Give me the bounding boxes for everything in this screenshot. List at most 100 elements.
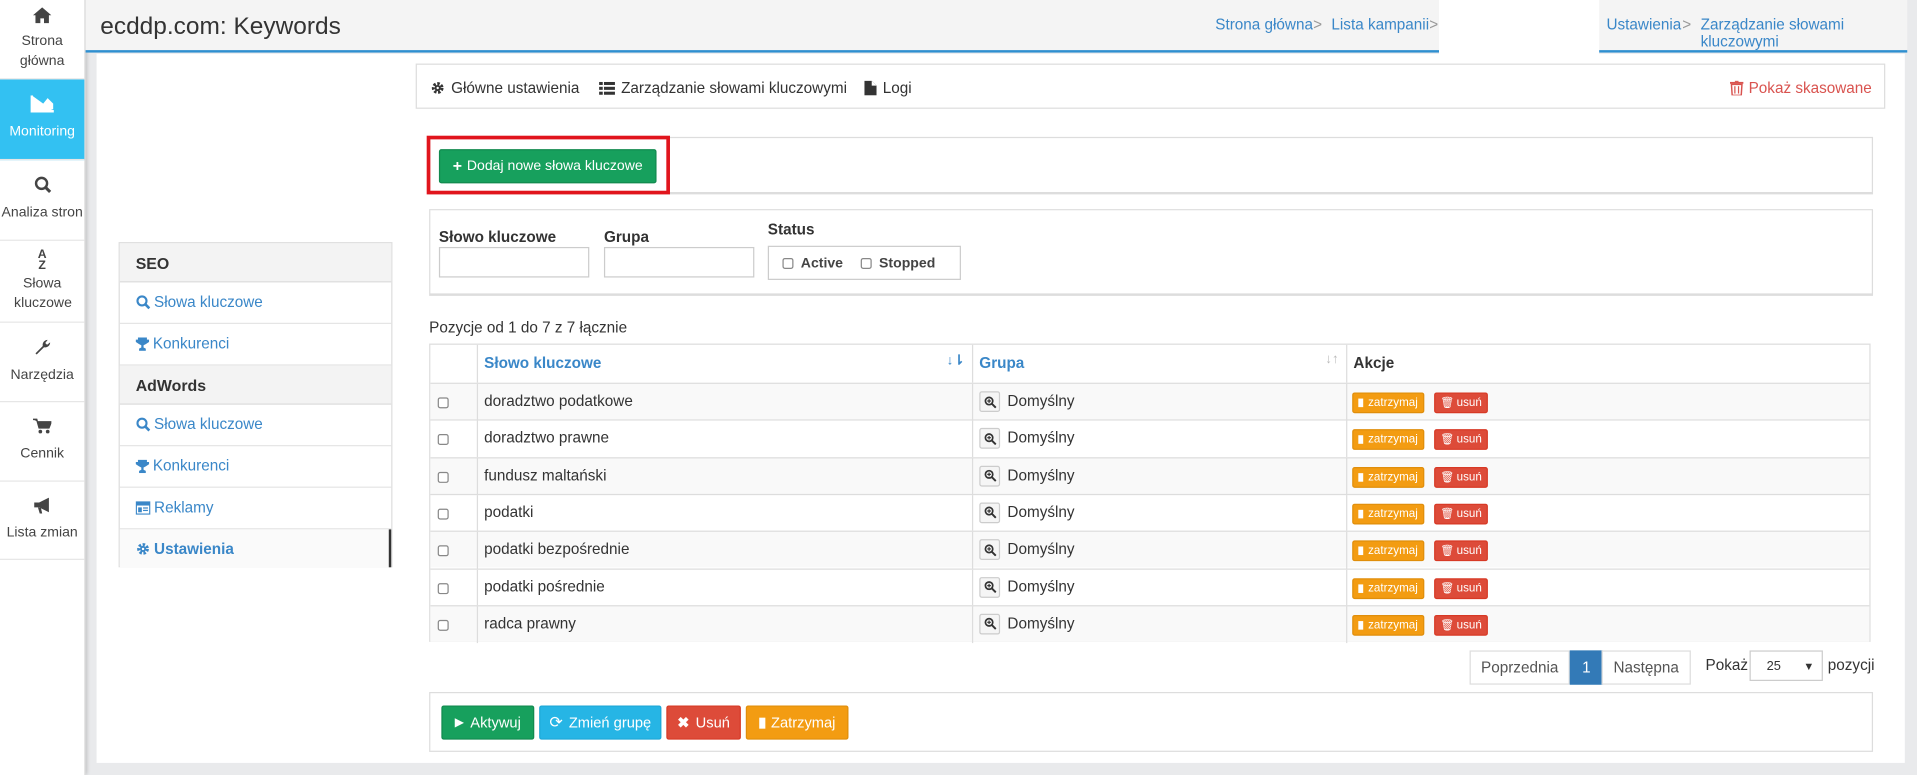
zoom-in-icon[interactable] xyxy=(979,428,1001,450)
ad-icon xyxy=(135,501,151,515)
tab-logs[interactable]: Logi xyxy=(864,79,912,97)
zoom-in-icon[interactable] xyxy=(979,391,1001,413)
keyword-filter-input[interactable] xyxy=(438,246,590,278)
delete-button[interactable]: 🗑 usuń xyxy=(1434,392,1488,414)
nav-adwords-ads[interactable]: Reklamy xyxy=(119,488,392,530)
play-icon: ▶ xyxy=(454,715,465,730)
breadcrumb-separator: > xyxy=(1429,15,1439,34)
stop-label: zatrzymaj xyxy=(1368,507,1418,521)
select-cell xyxy=(430,606,479,643)
delete-button[interactable]: 🗑 usuń xyxy=(1434,540,1488,562)
delete-button[interactable]: 🗑 usuń xyxy=(1434,614,1488,636)
delete-button[interactable]: 🗑 usuń xyxy=(1434,466,1488,488)
zoom-in-icon[interactable] xyxy=(979,613,1001,635)
nav-item-label: Słowa kluczowe xyxy=(154,415,263,433)
stop-label: zatrzymaj xyxy=(1368,396,1418,410)
highlight-frame xyxy=(426,135,670,195)
select-cell xyxy=(430,420,479,458)
row-checkbox[interactable] xyxy=(437,619,449,631)
sidebar-item-analysis[interactable]: Analiza stron xyxy=(0,160,85,241)
sidebar-item-monitoring[interactable]: Monitoring xyxy=(0,79,85,161)
bulk-activate-button[interactable]: ▶ Aktywuj xyxy=(441,705,535,740)
header-group[interactable]: Grupa ↓↑ xyxy=(973,344,1348,383)
stop-button[interactable]: zatrzymaj xyxy=(1352,392,1424,414)
actions-cell: zatrzymaj 🗑 usuń xyxy=(1347,606,1869,643)
status-active-checkbox[interactable] xyxy=(782,257,794,269)
row-checkbox[interactable] xyxy=(437,434,449,446)
keywords-table: Słowo kluczowe ↓⇂ Grupa ↓↑ Akcje doradzt… xyxy=(429,343,1871,643)
filter-keyword-label: Słowo kluczowe xyxy=(438,228,557,246)
sidebar-item-keywords[interactable]: AZ Słowa kluczowe xyxy=(0,241,85,323)
zoom-in-icon[interactable] xyxy=(979,539,1001,561)
group-filter-input[interactable] xyxy=(603,246,755,278)
delete-label: usuń xyxy=(1456,618,1482,632)
select-cell xyxy=(430,569,479,606)
nav-adwords-settings[interactable]: Ustawienia xyxy=(119,529,392,568)
delete-button[interactable]: 🗑 usuń xyxy=(1434,503,1488,525)
breadcrumb-campaigns[interactable]: Lista kampanii xyxy=(1331,16,1429,33)
stop-button[interactable]: zatrzymaj xyxy=(1352,429,1424,451)
zoom-in-icon[interactable] xyxy=(979,502,1001,524)
tab-main-settings[interactable]: Główne ustawienia xyxy=(430,79,579,97)
group-cell: Domyślny xyxy=(973,532,1348,569)
status-stopped-checkbox[interactable] xyxy=(860,257,872,269)
row-checkbox[interactable] xyxy=(437,545,449,557)
refresh-icon: ⟳ xyxy=(549,712,563,732)
pagination-prev[interactable]: Poprzednia xyxy=(1469,650,1570,685)
sidebar-item-tools[interactable]: Narzędzia xyxy=(0,323,85,403)
pagination-next[interactable]: Następna xyxy=(1601,650,1691,685)
bulk-delete-button[interactable]: ✖ Usuń xyxy=(666,705,741,740)
zoom-in-icon[interactable] xyxy=(979,576,1001,598)
stop-button[interactable]: zatrzymaj xyxy=(1352,577,1424,599)
breadcrumb-keywords-mgmt[interactable]: Zarządzanie słowami kluczowymi xyxy=(1701,16,1908,50)
show-deleted-link[interactable]: Pokaż skasowane xyxy=(1730,79,1872,97)
breadcrumb-separator: > xyxy=(1313,15,1323,34)
delete-button[interactable]: 🗑 usuń xyxy=(1434,577,1488,599)
row-checkbox[interactable] xyxy=(437,397,449,409)
close-icon: ✖ xyxy=(677,713,690,732)
breadcrumb-settings[interactable]: Ustawienia xyxy=(1606,16,1681,33)
row-checkbox[interactable] xyxy=(437,582,449,594)
stop-button[interactable]: zatrzymaj xyxy=(1352,540,1424,562)
trash-icon: 🗑 xyxy=(1440,470,1455,483)
group-name: Domyślny xyxy=(1007,466,1075,484)
nav-item-label: Słowa kluczowe xyxy=(154,293,263,311)
wrench-icon xyxy=(34,339,51,363)
group-cell: Domyślny xyxy=(973,383,1348,421)
stop-button[interactable]: zatrzymaj xyxy=(1352,614,1424,636)
trash-icon: 🗑 xyxy=(1440,581,1455,594)
table-row: radca prawny Domyślny zatrzymaj 🗑 usuń xyxy=(430,604,1870,643)
sidebar-item-changelog[interactable]: Lista zmian xyxy=(0,482,85,560)
nav-adwords-keywords[interactable]: Słowa kluczowe xyxy=(119,405,392,447)
stop-icon xyxy=(1358,435,1364,445)
nav-seo-keywords[interactable]: Słowa kluczowe xyxy=(119,282,392,324)
sidebar-item-pricing[interactable]: Cennik xyxy=(0,402,85,482)
tab-label: Zarządzanie słowami kluczowymi xyxy=(621,79,847,97)
per-page-select[interactable]: 25 ▼ xyxy=(1749,650,1823,681)
nav-adwords-competitors[interactable]: Konkurenci xyxy=(119,446,392,488)
pagination-page-1[interactable]: 1 xyxy=(1569,650,1603,685)
bulk-stop-label: Zatrzymaj xyxy=(771,713,836,732)
delete-button[interactable]: 🗑 usuń xyxy=(1434,429,1488,451)
bulk-change-group-button[interactable]: ⟳ Zmień grupę xyxy=(539,705,662,740)
header-actions: Akcje xyxy=(1353,354,1395,372)
zoom-in-icon[interactable] xyxy=(979,465,1001,487)
stop-button[interactable]: zatrzymaj xyxy=(1352,466,1424,488)
stop-label: zatrzymaj xyxy=(1368,618,1418,632)
search-icon xyxy=(136,417,151,432)
tab-keywords-management[interactable]: Zarządzanie słowami kluczowymi xyxy=(599,79,847,97)
breadcrumb-home[interactable]: Strona główna xyxy=(1215,16,1313,33)
group-name: Domyślny xyxy=(1007,503,1075,521)
sidebar-item-label: Cennik xyxy=(20,446,65,461)
sidebar-item-home[interactable]: Strona główna xyxy=(0,0,85,80)
header-group-label: Grupa xyxy=(979,354,1025,372)
delete-label: usuń xyxy=(1456,433,1482,447)
search-icon xyxy=(34,177,51,201)
stop-button[interactable]: zatrzymaj xyxy=(1352,503,1424,525)
row-checkbox[interactable] xyxy=(437,471,449,483)
row-checkbox[interactable] xyxy=(437,508,449,520)
header-keyword[interactable]: Słowo kluczowe ↓⇂ xyxy=(478,344,974,383)
nav-seo-competitors[interactable]: Konkurenci xyxy=(119,324,392,366)
bulk-stop-button[interactable]: Zatrzymaj xyxy=(745,705,849,740)
search-icon xyxy=(136,295,151,310)
